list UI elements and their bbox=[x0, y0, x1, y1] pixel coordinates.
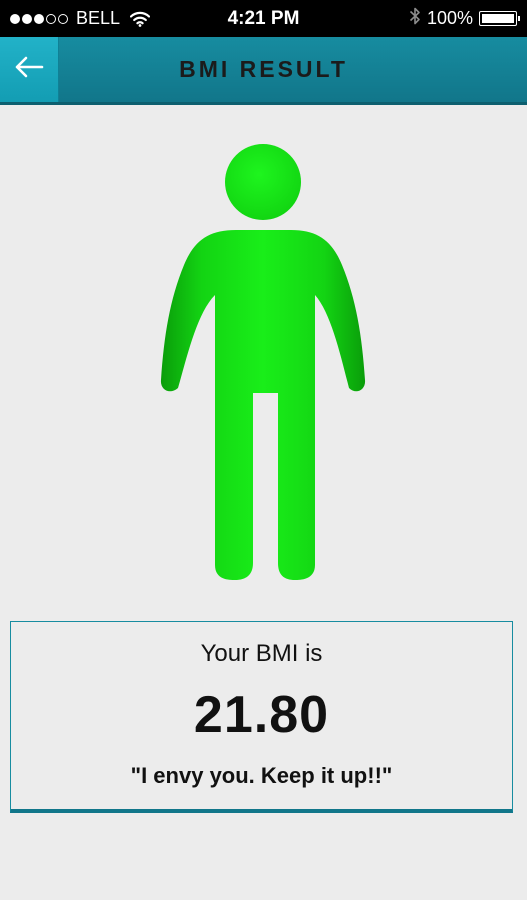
signal-dot-filled bbox=[34, 13, 44, 24]
wifi-icon bbox=[130, 11, 151, 27]
bmi-message: "I envy you. Keep it up!!" bbox=[130, 763, 393, 788]
app-bar: BMI RESULT bbox=[0, 37, 527, 105]
back-button[interactable] bbox=[0, 37, 59, 102]
figure-body bbox=[160, 230, 366, 580]
person-icon bbox=[160, 144, 366, 580]
signal-dot-empty bbox=[58, 13, 68, 24]
arrow-left-icon bbox=[14, 56, 44, 83]
page-title: BMI RESULT bbox=[179, 56, 348, 82]
signal-dot-filled bbox=[22, 13, 32, 24]
status-bar: BELL 4:21 PM 100% bbox=[0, 0, 527, 37]
carrier-name: BELL bbox=[76, 8, 121, 28]
signal-dots-icon bbox=[10, 13, 68, 24]
bmi-value: 21.80 bbox=[193, 686, 330, 744]
battery-fill bbox=[482, 14, 514, 23]
battery-icon bbox=[479, 11, 520, 26]
status-right-group: 100% bbox=[409, 0, 520, 37]
bluetooth-icon bbox=[409, 6, 421, 31]
signal-dot-filled bbox=[10, 13, 20, 24]
figure-area bbox=[0, 135, 527, 585]
result-card: Your BMI is 21.80 "I envy you. Keep it u… bbox=[10, 621, 513, 813]
bmi-label: Your BMI is bbox=[200, 640, 323, 667]
figure-head bbox=[225, 144, 301, 220]
status-left-group: BELL bbox=[10, 0, 151, 37]
signal-dot-empty bbox=[46, 13, 56, 24]
battery-percentage: 100% bbox=[426, 8, 473, 28]
